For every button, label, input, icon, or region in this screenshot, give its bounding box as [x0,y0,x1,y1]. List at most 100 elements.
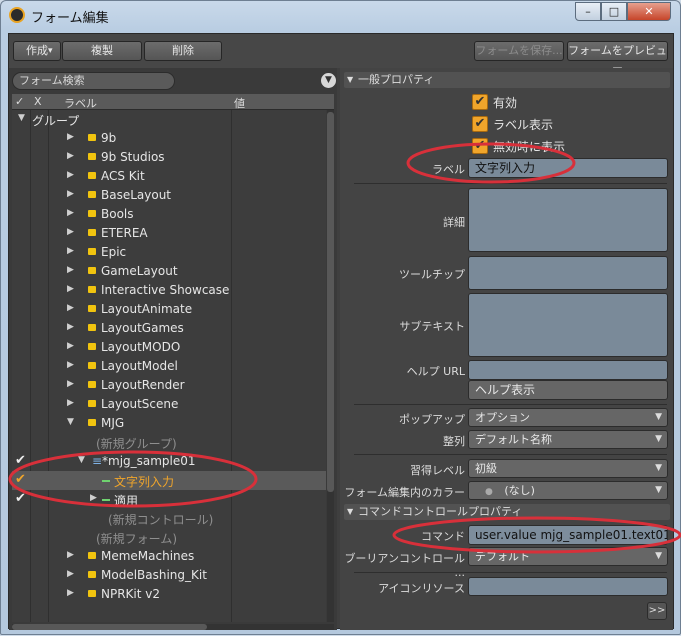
column-check[interactable]: ✓ [15,95,24,108]
tree-row-folder[interactable]: ▶ 9b [12,129,326,148]
tree-row-folder[interactable]: ▶ ModelBashing_Kit [12,566,326,585]
tree-row-folder[interactable]: ▶ LayoutScene [12,395,326,414]
command-properties-header[interactable]: ▼ コマンドコントロールプロパティ [344,504,670,520]
folder-label: Epic [101,245,127,259]
expand-arrow-icon[interactable]: ▶ [67,208,74,218]
check-icon[interactable]: ✔ [15,491,26,506]
tree-row-folder[interactable]: ▶ NPRKit v2 [12,585,326,604]
label-field[interactable]: 文字列入力 [468,158,668,178]
expand-arrow-icon[interactable]: ▶ [67,303,74,313]
folder-label: 9b Studios [101,150,165,164]
expand-arrow-icon[interactable]: ▶ [67,588,74,598]
tree-row-mjg[interactable]: ▼ MJG [12,414,326,433]
expand-arrow-icon[interactable]: ▶ [67,379,74,389]
color-select[interactable]: ● (なし) ▼ [468,481,668,500]
tree-row-sample[interactable]: ✔ ▼ ≡ *mjg_sample01 [12,452,326,471]
tree-row-folder[interactable]: ▶ LayoutMODO [12,338,326,357]
help-display-button[interactable]: ヘルプ表示 [468,380,668,400]
scroll-thumb[interactable] [12,624,207,630]
group-label: グループ [32,114,80,128]
tree-row-folder[interactable]: ▶ LayoutModel [12,357,326,376]
delete-button[interactable]: 削除 [144,41,222,61]
label-visible-checkbox[interactable]: ✔ [472,116,488,132]
folder-icon [88,419,96,426]
tree-vertical-scrollbar[interactable] [327,110,334,622]
column-label[interactable]: ラベル [64,95,97,111]
create-button[interactable]: 作成 ▾ [13,41,61,61]
maximize-button[interactable]: □ [601,2,627,21]
subtext-field[interactable] [468,293,668,357]
tree-row-apply[interactable]: ✔ ▶ 適用 [12,490,326,509]
boolean-control-select[interactable]: デフォルト ▼ [468,547,668,566]
command-field[interactable]: user.value mjg_sample01.text01 ? [468,525,668,545]
tree-row-folder[interactable]: ▶ 9b Studios [12,148,326,167]
tree-row-group[interactable]: ▼ グループ [12,110,326,129]
column-value[interactable]: 値 [234,95,245,111]
more-button[interactable]: >> [647,602,667,620]
tooltip-field[interactable] [468,256,668,290]
tree-row-folder[interactable]: ▶ ACS Kit [12,167,326,186]
tree-row-folder[interactable]: ▶ LayoutRender [12,376,326,395]
general-properties-header[interactable]: ▼ 一般プロパティ [344,72,670,88]
sort-value: デフォルト名称 [475,433,552,446]
tree-row-folder[interactable]: ▶ LayoutAnimate [12,300,326,319]
scroll-thumb[interactable] [327,112,334,492]
minimize-button[interactable]: – [575,2,601,21]
expand-arrow-icon[interactable]: ▶ [67,398,74,408]
expand-arrow-icon[interactable]: ▶ [67,550,74,560]
label-visible-label: ラベル表示 [493,118,554,132]
detail-field[interactable] [468,188,668,252]
expand-arrow-icon[interactable]: ▶ [67,569,74,579]
funnel-icon[interactable]: ▼ [321,73,336,88]
popup-select[interactable]: オプション ▼ [468,408,668,427]
tree-row-folder[interactable]: ▶ Interactive Showcase [12,281,326,300]
expand-arrow-icon[interactable]: ▶ [67,341,74,351]
expand-arrow-icon[interactable]: ▶ [67,360,74,370]
expand-arrow-icon[interactable]: ▶ [67,170,74,180]
icon-resource-field[interactable] [468,577,668,596]
folder-icon [88,305,96,312]
save-form-button[interactable]: フォームを保存... [474,41,564,61]
sort-select[interactable]: デフォルト名称 ▼ [468,430,668,449]
tree-row-folder[interactable]: ▶ Epic [12,243,326,262]
show-when-disabled-checkbox[interactable]: ✔ [472,138,488,154]
folder-label: LayoutRender [101,378,185,392]
expand-arrow-icon[interactable]: ▼ [18,113,25,123]
tree-row-folder[interactable]: ▶ ETEREA [12,224,326,243]
close-button[interactable]: ✕ [627,2,671,21]
level-select[interactable]: 初級 ▼ [468,459,668,478]
expand-arrow-icon[interactable]: ▶ [67,151,74,161]
column-x[interactable]: X [34,95,42,108]
create-label: 作成 [26,44,48,57]
duplicate-button[interactable]: 複製 [62,41,142,61]
check-icon[interactable]: ✔ [15,472,26,487]
tree-horizontal-scrollbar[interactable] [12,624,334,630]
tree-row-new-control[interactable]: (新規コントロール) [12,509,326,528]
tree-row-text-input[interactable]: ✔ 文字列入力 [12,471,326,490]
preview-form-button[interactable]: フォームをプレビュー [567,41,668,75]
form-search-input[interactable]: フォーム検索 [12,72,175,90]
tree-row-new-form[interactable]: (新規フォーム) [12,528,326,547]
expand-arrow-icon[interactable]: ▶ [90,493,97,503]
help-url-field[interactable] [468,360,668,380]
tree-row-folder[interactable]: ▶ LayoutGames [12,319,326,338]
expand-arrow-icon[interactable]: ▶ [67,322,74,332]
expand-arrow-icon[interactable]: ▶ [67,132,74,142]
expand-arrow-icon[interactable]: ▶ [67,265,74,275]
tree-row-new-group[interactable]: (新規グループ) [12,433,326,452]
expand-arrow-icon[interactable]: ▶ [67,227,74,237]
tree-row-folder[interactable]: ▶ MemeMachines [12,547,326,566]
expand-arrow-icon[interactable]: ▶ [67,246,74,256]
collapse-arrow-icon[interactable]: ▼ [67,417,74,427]
tree-row-folder[interactable]: ▶ Bools [12,205,326,224]
tree-row-folder[interactable]: ▶ GameLayout [12,262,326,281]
expand-arrow-icon[interactable]: ▶ [67,284,74,294]
collapse-arrow-icon[interactable]: ▼ [78,455,85,465]
check-icon[interactable]: ✔ [15,453,26,468]
chevron-down-icon: ▼ [655,412,662,422]
tree-row-folder[interactable]: ▶ BaseLayout [12,186,326,205]
enabled-checkbox[interactable]: ✔ [472,94,488,110]
folder-icon [88,210,96,217]
apply-label: 適用 [114,494,139,508]
expand-arrow-icon[interactable]: ▶ [67,189,74,199]
